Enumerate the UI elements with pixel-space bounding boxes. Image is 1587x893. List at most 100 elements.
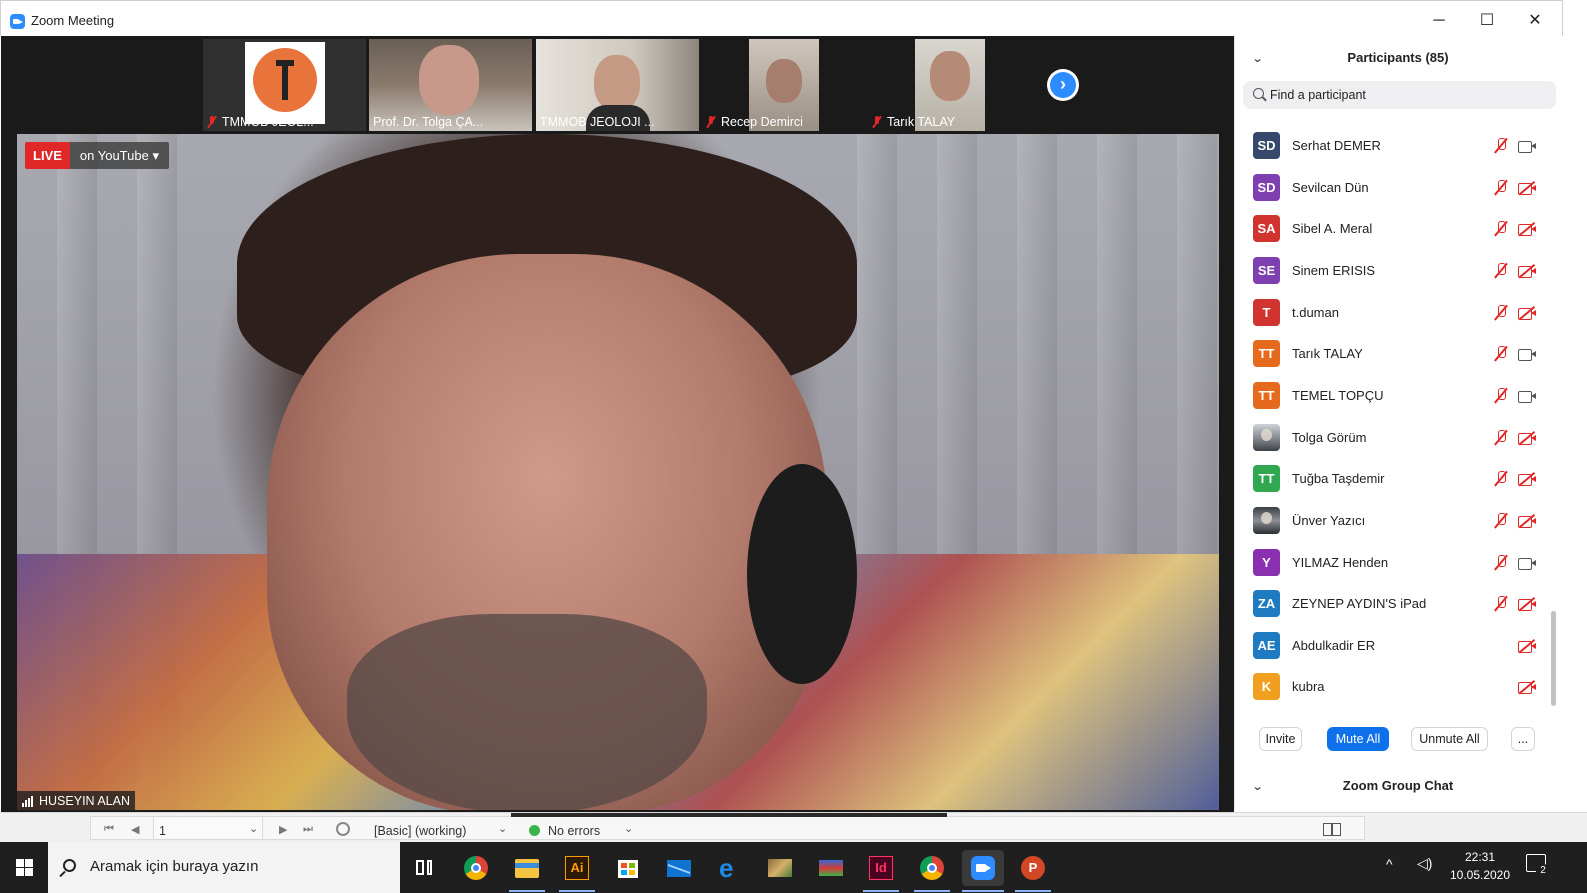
volume-icon[interactable]: ◁) <box>1417 855 1432 872</box>
mic-muted-icon[interactable] <box>1494 555 1508 571</box>
mic-muted-icon[interactable] <box>1494 388 1508 404</box>
mic-muted-icon[interactable] <box>1494 180 1508 196</box>
participant-row[interactable]: TT Tuğba Taşdemir <box>1235 459 1551 499</box>
prev-page-icon[interactable]: ◀ <box>131 823 139 836</box>
errors-status[interactable]: No errors <box>548 824 600 838</box>
mic-muted-icon[interactable] <box>1494 305 1508 321</box>
edge-icon[interactable]: e <box>712 850 748 886</box>
last-page-icon[interactable]: ⏭ <box>303 823 313 836</box>
more-options-button[interactable]: ... <box>1511 727 1535 751</box>
sync-icon[interactable] <box>336 822 350 836</box>
participant-row[interactable]: AE Abdulkadir ER <box>1235 626 1551 666</box>
video-area: TMMOB JEOL... Prof. Dr. Tolga ÇA... TMMO… <box>1 36 1234 812</box>
video-off-icon[interactable] <box>1518 638 1537 654</box>
task-view-icon[interactable] <box>406 850 442 886</box>
participant-row[interactable]: Ünver Yazıcı <box>1235 501 1551 541</box>
video-on-icon[interactable] <box>1518 140 1537 153</box>
invite-button[interactable]: Invite <box>1259 727 1302 751</box>
participants-header: ⌄ Participants (85) <box>1235 50 1561 70</box>
mic-muted-icon[interactable] <box>1494 471 1508 487</box>
chrome-icon[interactable] <box>914 850 950 892</box>
participant-search-input[interactable] <box>1270 86 1540 104</box>
participant-row[interactable]: SD Serhat DEMER <box>1235 126 1551 166</box>
video-off-icon[interactable] <box>1518 305 1537 321</box>
mic-muted-icon[interactable] <box>1494 430 1508 446</box>
zoom-logo-icon <box>10 14 25 29</box>
minimize-button[interactable]: ─ <box>1417 7 1461 35</box>
organization-logo <box>245 42 325 124</box>
participant-row[interactable]: ZA ZEYNEP AYDIN'S iPad <box>1235 584 1551 624</box>
mail-icon[interactable] <box>661 850 697 886</box>
group-chat-header[interactable]: ⌄ Zoom Group Chat <box>1235 778 1561 793</box>
participant-thumbnail[interactable]: TMMOB JEOLOJI ... <box>536 39 699 131</box>
mic-muted-icon[interactable] <box>1494 138 1508 154</box>
video-off-icon[interactable] <box>1518 679 1537 695</box>
participant-row[interactable]: T t.duman <box>1235 293 1551 333</box>
video-on-icon[interactable] <box>1518 390 1537 403</box>
video-off-icon[interactable] <box>1518 221 1537 237</box>
participant-list-scrollbar[interactable] <box>1551 611 1556 706</box>
app-icon[interactable] <box>813 850 849 886</box>
indesign-icon[interactable]: Id <box>863 850 899 892</box>
tray-chevron-up-icon[interactable]: ^ <box>1386 856 1393 872</box>
avatar: AE <box>1253 632 1280 659</box>
microsoft-store-icon[interactable] <box>610 850 646 886</box>
participant-row[interactable]: SD Sevilcan Dün <box>1235 168 1551 208</box>
app-icon[interactable] <box>762 850 798 886</box>
participant-thumbnail[interactable]: Tarık TALAY <box>868 39 1031 131</box>
next-page-arrow-icon[interactable]: › <box>1047 69 1079 101</box>
file-explorer-icon[interactable] <box>509 850 545 892</box>
participant-thumbnail[interactable]: Prof. Dr. Tolga ÇA... <box>369 39 532 131</box>
participant-row[interactable]: Tolga Görüm <box>1235 418 1551 458</box>
video-off-icon[interactable] <box>1518 513 1537 529</box>
participant-name: Sibel A. Meral <box>1292 221 1373 236</box>
participant-search[interactable] <box>1243 81 1556 109</box>
video-off-icon[interactable] <box>1518 180 1537 196</box>
video-off-icon[interactable] <box>1518 430 1537 446</box>
mic-muted-icon[interactable] <box>1494 263 1508 279</box>
mic-muted-icon <box>872 116 882 128</box>
thumbnail-strip: TMMOB JEOL... Prof. Dr. Tolga ÇA... TMMO… <box>1 36 1234 134</box>
mic-muted-icon[interactable] <box>1494 513 1508 529</box>
video-off-icon[interactable] <box>1518 471 1537 487</box>
participant-row[interactable]: TT TEMEL TOPÇU <box>1235 376 1551 416</box>
unmute-all-button[interactable]: Unmute All <box>1411 727 1488 751</box>
video-on-icon[interactable] <box>1518 348 1537 361</box>
close-button[interactable]: ✕ <box>1513 7 1557 35</box>
video-off-icon[interactable] <box>1518 263 1537 279</box>
mic-muted-icon[interactable] <box>1494 221 1508 237</box>
first-page-icon[interactable]: ⏮ <box>104 823 114 836</box>
participant-row[interactable]: TT Tarık TALAY <box>1235 334 1551 374</box>
participant-row[interactable]: K kubra <box>1235 667 1551 707</box>
page-dropdown-chevron-icon[interactable]: ⌄ <box>249 822 258 835</box>
profile-dropdown-chevron-icon[interactable]: ⌄ <box>498 822 507 835</box>
participant-row[interactable]: SA Sibel A. Meral <box>1235 209 1551 249</box>
next-page-icon[interactable]: ▶ <box>279 823 287 836</box>
participant-thumbnail[interactable]: TMMOB JEOL... <box>203 39 366 131</box>
taskbar-search-box[interactable]: Aramak için buraya yazın <box>48 842 400 893</box>
live-stream-badge[interactable]: LIVE on YouTube ▾ <box>25 142 169 169</box>
mic-muted-icon[interactable] <box>1494 596 1508 612</box>
participant-row[interactable]: Y YILMAZ Henden <box>1235 543 1551 583</box>
video-on-icon[interactable] <box>1518 557 1537 570</box>
chat-collapse-chevron-icon[interactable]: ⌄ <box>1252 780 1264 793</box>
windows-start-icon[interactable] <box>0 842 48 893</box>
live-platform-dropdown[interactable]: on YouTube ▾ <box>69 142 169 169</box>
speaker-name-label: HUSEYIN ALAN <box>17 791 136 811</box>
mic-muted-icon[interactable] <box>1494 346 1508 362</box>
taskbar-clock[interactable]: 22:31 10.05.2020 <box>1444 848 1516 884</box>
illustrator-icon[interactable]: Ai <box>559 850 595 892</box>
page-number-select[interactable] <box>153 816 263 840</box>
participant-thumbnail[interactable]: Recep Demirci <box>702 39 865 131</box>
powerpoint-icon[interactable]: P <box>1015 850 1051 892</box>
avatar-photo <box>1253 424 1280 451</box>
video-off-icon[interactable] <box>1518 596 1537 612</box>
maximize-button[interactable]: ☐ <box>1465 7 1509 35</box>
errors-dropdown-chevron-icon[interactable]: ⌄ <box>624 822 633 835</box>
chrome-icon[interactable] <box>458 850 494 886</box>
zoom-taskbar-icon[interactable] <box>962 850 1004 892</box>
participant-row[interactable]: SE Sinem ERISIS <box>1235 251 1551 291</box>
mute-all-button[interactable]: Mute All <box>1327 727 1389 751</box>
collapse-chevron-icon[interactable]: ⌄ <box>1252 52 1264 65</box>
profile-status[interactable]: [Basic] (working) <box>374 824 466 838</box>
